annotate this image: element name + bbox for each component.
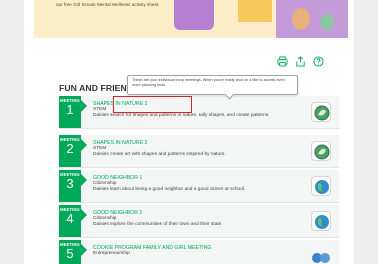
leaf-badge-icon — [311, 102, 331, 122]
page-content: our free Girl Scouts Mental Wellness act… — [24, 0, 354, 264]
meeting-row[interactable]: MEETING 4 GOOD NEIGHBOR 2 Citizenship Da… — [59, 205, 339, 238]
info-tooltip: These are your individual troop meetings… — [127, 75, 298, 100]
meeting-category: STEM — [93, 146, 107, 151]
banner-art-shape — [238, 0, 272, 22]
meeting-description: Daisies explore the communities of their… — [93, 222, 223, 227]
help-icon[interactable] — [313, 56, 324, 67]
meeting-description: Daisies create art with shapes and patte… — [93, 152, 226, 157]
page-tools — [277, 56, 324, 67]
banner-art-shape — [292, 8, 310, 30]
banner-art-shape — [320, 14, 334, 30]
meeting-number: 3 — [66, 176, 74, 191]
banner-art-shape — [276, 0, 348, 38]
meeting-row[interactable]: MEETING 2 SHAPES IN NATURE 2 STEM Daisie… — [59, 135, 339, 168]
tooltip-text: These are your individual troop meetings… — [132, 78, 285, 87]
meeting-row[interactable]: MEETING 3 GOOD NEIGHBOR 1 Citizenship Da… — [59, 170, 339, 203]
globe-badge-icon — [311, 176, 331, 196]
share-icon[interactable] — [295, 56, 306, 67]
meeting-badge: MEETING 1 — [59, 96, 87, 128]
meeting-number: 2 — [66, 141, 74, 156]
meeting-number: 1 — [66, 102, 74, 117]
leaf-badge-icon — [311, 141, 331, 161]
meeting-badge: MEETING 5 — [59, 240, 87, 264]
cookie-badge-icon — [311, 246, 331, 264]
meeting-badge: MEETING 2 — [59, 135, 87, 167]
banner-illustration — [164, 0, 348, 38]
globe-badge-icon — [311, 211, 331, 231]
meeting-description: Daisies search for shapes and patterns i… — [93, 113, 270, 118]
meeting-number: 5 — [66, 246, 74, 261]
banner-art-shape — [174, 0, 214, 30]
meeting-description: Daisies learn about being a good neighbo… — [93, 187, 246, 192]
meeting-category: STEM — [93, 107, 107, 112]
promo-banner: our free Girl Scouts Mental Wellness act… — [34, 0, 348, 38]
print-icon[interactable] — [277, 56, 288, 67]
meeting-badge: MEETING 4 — [59, 205, 87, 237]
meeting-category: Entrepreneurship — [93, 251, 130, 256]
meeting-badge: MEETING 3 — [59, 170, 87, 202]
meeting-row[interactable]: MEETING 1 SHAPES IN NATURE 1 STEM Daisie… — [59, 96, 339, 129]
meeting-category: Citizenship — [93, 181, 117, 186]
meeting-row[interactable]: MEETING 5 COOKIE PROGRAM FAMILY AND GIRL… — [59, 240, 339, 264]
meeting-category: Citizenship — [93, 216, 117, 221]
meeting-number: 4 — [66, 211, 74, 226]
selection-highlight — [113, 96, 192, 113]
